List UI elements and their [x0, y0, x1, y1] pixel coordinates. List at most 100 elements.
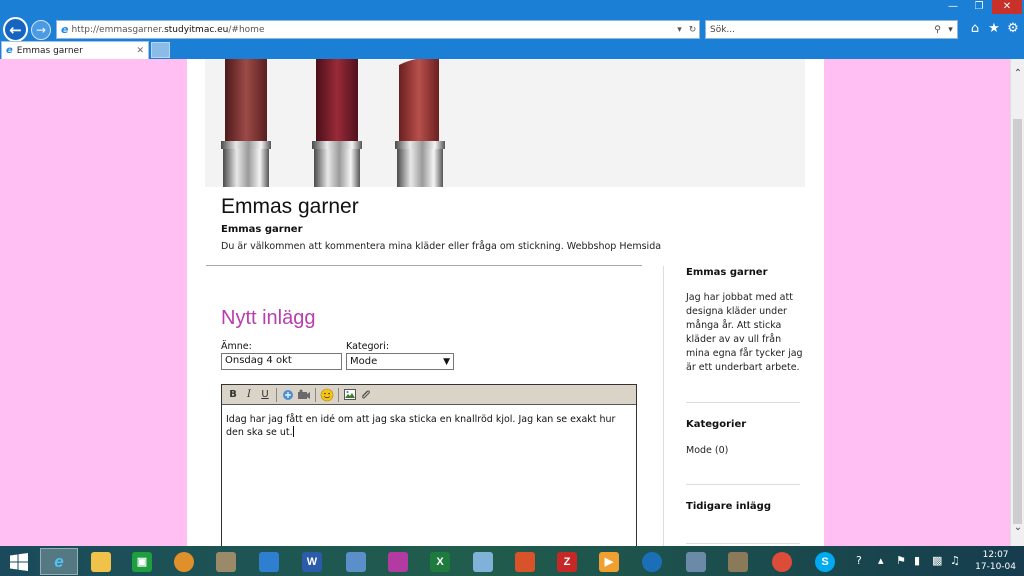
image-icon[interactable]: [342, 387, 358, 403]
sidebar-divider: [686, 402, 800, 403]
favorites-star-icon[interactable]: ★: [985, 20, 1003, 38]
clock-time: 12:07: [982, 550, 1009, 560]
taskbar-app-11[interactable]: [464, 548, 502, 575]
webbshop-link[interactable]: Webbshop: [567, 241, 617, 252]
network-icon[interactable]: ▩: [932, 554, 942, 567]
editor-body[interactable]: Idag har jag fått en idé om att jag ska …: [222, 405, 636, 448]
header-image-lipsticks: [205, 59, 805, 187]
taskbar-word[interactable]: W: [293, 548, 331, 575]
minimize-button[interactable]: —: [940, 0, 966, 14]
divider: [206, 265, 642, 266]
taskbar-filezilla[interactable]: Z: [548, 548, 586, 575]
taskbar-store[interactable]: ▣: [123, 548, 161, 575]
sidebar-category-mode[interactable]: Mode (0): [686, 444, 728, 458]
scrollbar[interactable]: ⌃ ⌄: [1010, 59, 1024, 546]
clock-date: 17-10-04: [975, 562, 1016, 572]
dropdown-arrow-icon[interactable]: ▾: [944, 25, 957, 35]
clock[interactable]: 12:07 17-10-04: [975, 549, 1016, 573]
category-selected-value: Mode: [350, 356, 378, 367]
sidebar-divider: [686, 543, 800, 544]
editor-toolbar: B I U: [222, 385, 636, 405]
lipstick-3: [395, 59, 445, 187]
taskbar-app-17[interactable]: [719, 548, 757, 575]
blog-subtitle: Emmas garner: [221, 224, 303, 235]
app-icon: [388, 551, 408, 572]
chevron-down-icon: ▼: [443, 356, 450, 367]
video-icon[interactable]: [296, 387, 312, 403]
refresh-icon[interactable]: ↻: [686, 25, 699, 35]
tab-label: Emmas garner: [16, 45, 83, 56]
paperclip-icon[interactable]: [358, 387, 374, 403]
blog-title: Emmas garner: [221, 195, 359, 218]
hemsida-link[interactable]: Hemsida: [619, 241, 661, 252]
battery-icon[interactable]: ▮: [914, 554, 920, 567]
filezilla-icon: Z: [557, 551, 577, 572]
link-icon[interactable]: [280, 387, 296, 403]
close-tab-icon[interactable]: ✕: [136, 46, 144, 56]
taskbar-app-15[interactable]: [633, 548, 671, 575]
dropdown-arrow-icon[interactable]: ▾: [673, 25, 686, 35]
bold-button[interactable]: B: [225, 387, 241, 403]
search-icon[interactable]: ⚲: [931, 25, 944, 35]
taskbar-app-12[interactable]: [506, 548, 544, 575]
post-editor[interactable]: B I U Idag har jag fått en idé om att ja…: [221, 384, 637, 546]
tab-emmas-garner[interactable]: e Emmas garner ✕: [1, 41, 149, 59]
category-select[interactable]: Mode ▼: [346, 353, 454, 370]
search-bar[interactable]: Sök... ⚲ ▾: [705, 20, 958, 39]
taskbar-app-5[interactable]: [207, 548, 245, 575]
browser-chrome: — ❐ ✕ ← → e http://emmasgarner.studyitma…: [0, 0, 1024, 59]
scroll-up-icon[interactable]: ⌃: [1011, 67, 1024, 81]
new-tab-button[interactable]: [151, 42, 170, 58]
ie-icon: e: [61, 23, 69, 36]
chevron-up-icon[interactable]: ▴: [878, 554, 884, 567]
app-icon: [728, 551, 748, 572]
close-window-button[interactable]: ✕: [992, 0, 1022, 14]
lipstick-1: [221, 59, 271, 187]
ie-icon: e: [6, 45, 13, 56]
smiley-icon[interactable]: [319, 387, 335, 403]
category-label: Kategori:: [346, 341, 390, 352]
chrome-icon: [772, 551, 792, 572]
app-icon: [642, 551, 662, 572]
sidebar-divider: [686, 484, 800, 485]
post-body-text: Idag har jag fått en idé om att jag ska …: [226, 414, 616, 438]
taskbar-skype[interactable]: S: [806, 548, 844, 575]
taskbar-app-4[interactable]: [165, 548, 203, 575]
taskbar-app-16[interactable]: [677, 548, 715, 575]
windows-logo-icon: [10, 552, 28, 571]
folder-icon: [91, 551, 111, 572]
start-button[interactable]: [0, 548, 38, 575]
underline-button[interactable]: U: [257, 387, 273, 403]
app-icon: [259, 551, 279, 572]
text-caret: [292, 426, 294, 437]
arrow-right-icon: →: [35, 23, 47, 37]
forward-button[interactable]: →: [31, 20, 51, 40]
taskbar-app-14[interactable]: ▶: [590, 548, 628, 575]
subject-input[interactable]: Onsdag 4 okt: [221, 353, 342, 370]
sidebar-categories-title: Kategorier: [686, 419, 747, 430]
skype-icon: S: [815, 551, 835, 572]
column-divider: [663, 266, 664, 546]
taskbar-app-8[interactable]: [337, 548, 375, 575]
new-post-heading: Nytt inlägg: [221, 307, 316, 329]
taskbar-file-explorer[interactable]: [82, 548, 120, 575]
address-bar[interactable]: e http://emmasgarner.studyitmac.eu/#home…: [56, 20, 700, 39]
lipstick-2: [312, 59, 362, 187]
excel-icon: X: [430, 551, 450, 572]
volume-icon[interactable]: ♫: [950, 554, 960, 567]
taskbar-app-9[interactable]: [379, 548, 417, 575]
subject-label: Ämne:: [221, 341, 252, 352]
taskbar-chrome[interactable]: [763, 548, 801, 575]
home-icon[interactable]: ⌂: [966, 20, 984, 38]
scrollbar-thumb[interactable]: [1013, 119, 1022, 524]
flag-icon[interactable]: ⚑: [896, 554, 906, 567]
scroll-down-icon[interactable]: ⌄: [1011, 521, 1024, 535]
taskbar-excel[interactable]: X: [421, 548, 459, 575]
help-icon[interactable]: ?: [856, 554, 862, 567]
restore-button[interactable]: ❐: [966, 0, 992, 14]
taskbar-app-6[interactable]: [250, 548, 288, 575]
italic-button[interactable]: I: [241, 387, 257, 403]
back-button[interactable]: ←: [3, 17, 28, 42]
gear-icon[interactable]: ⚙: [1004, 20, 1022, 38]
taskbar-internet-explorer[interactable]: e: [40, 548, 78, 575]
